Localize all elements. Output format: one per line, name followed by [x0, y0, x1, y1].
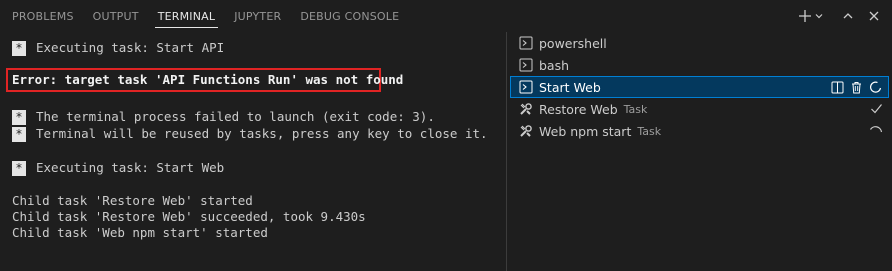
- terminal-line: Child task 'Web npm start' started: [12, 225, 268, 240]
- terminal-line: * The terminal process failed to launch (…: [12, 109, 435, 125]
- tab-problems[interactable]: PROBLEMS: [9, 0, 77, 32]
- chevron-down-icon: [815, 14, 823, 19]
- tab-debug-console[interactable]: DEBUG CONSOLE: [297, 0, 402, 32]
- terminal-line: * Terminal will be reused by tasks, press…: [12, 126, 488, 142]
- task-marker: *: [12, 160, 26, 176]
- loading-icon: [869, 81, 882, 94]
- tab-terminal[interactable]: TERMINAL: [154, 0, 219, 32]
- chevron-up-icon: [843, 13, 853, 19]
- terminal-line: * Executing task: Start Web: [12, 160, 224, 176]
- terminal-tab-actions: [831, 77, 882, 97]
- terminal-line: Child task 'Restore Web' succeeded, took…: [12, 209, 366, 224]
- terminal-tab-start-web[interactable]: Start Web: [510, 76, 889, 98]
- terminal-tab-web-npm-start[interactable]: Web npm start Task: [510, 120, 889, 142]
- split-terminal-button[interactable]: [831, 81, 844, 94]
- task-marker: *: [12, 109, 26, 125]
- tab-jupyter[interactable]: JUPYTER: [231, 0, 284, 32]
- kill-terminal-button[interactable]: [850, 81, 863, 94]
- terminal-icon: [519, 80, 533, 94]
- task-marker: *: [12, 40, 26, 56]
- tools-icon: [520, 125, 532, 137]
- terminal-tab-powershell[interactable]: powershell: [510, 32, 889, 54]
- terminal-icon: [519, 58, 533, 72]
- terminal-icon: [519, 36, 533, 50]
- panel-actions: [798, 0, 880, 32]
- tools-icon: [520, 103, 532, 115]
- terminal-line: Child task 'Restore Web' started: [12, 193, 253, 208]
- close-icon: [869, 11, 879, 21]
- close-panel-button[interactable]: [868, 10, 880, 22]
- terminal-tab-bash[interactable]: bash: [510, 54, 889, 76]
- task-marker: *: [12, 126, 26, 142]
- new-terminal-button[interactable]: [798, 9, 812, 23]
- panel-tab-bar: PROBLEMS OUTPUT TERMINAL JUPYTER DEBUG C…: [0, 0, 892, 32]
- trash-icon: [852, 81, 861, 93]
- terminal-error-line: Error: target task 'API Functions Run' w…: [12, 72, 404, 87]
- maximize-panel-button[interactable]: [842, 10, 854, 22]
- check-icon: [871, 103, 882, 113]
- terminal-output[interactable]: * Executing task: Start API Error: target…: [0, 32, 505, 271]
- tab-output[interactable]: OUTPUT: [90, 0, 142, 32]
- plus-icon: [799, 10, 811, 22]
- new-terminal-dropdown[interactable]: [814, 11, 824, 21]
- loading-icon: [869, 125, 883, 132]
- split-icon: [831, 81, 844, 93]
- terminal-line: * Executing task: Start API: [12, 40, 224, 56]
- terminal-tab-restore-web[interactable]: Restore Web Task: [510, 98, 889, 120]
- terminal-tabs-list: powershell bash Start Web Restore Web Ta…: [506, 32, 892, 271]
